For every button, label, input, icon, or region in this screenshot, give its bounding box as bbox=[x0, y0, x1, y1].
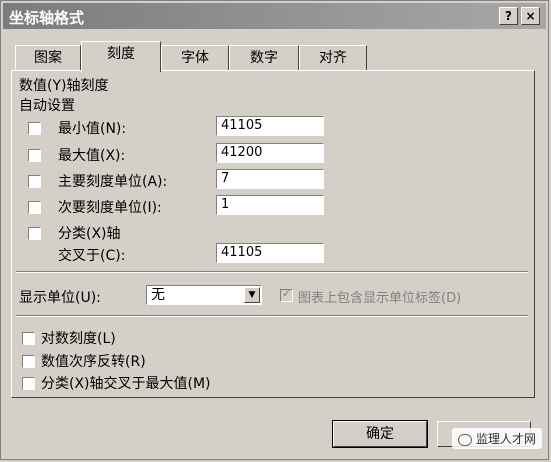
max-auto-checkbox[interactable] bbox=[28, 149, 41, 162]
cross-at-field[interactable]: 41105 bbox=[216, 243, 324, 263]
tab-number[interactable]: 数字 bbox=[229, 45, 299, 71]
category-axis-label: 分类(X)轴 bbox=[58, 226, 121, 242]
min-label: 最小值(N): bbox=[58, 121, 127, 137]
major-unit-field[interactable]: 7 bbox=[216, 169, 324, 189]
ok-button[interactable]: 确定 bbox=[332, 420, 428, 448]
watermark: 监理人才网 bbox=[451, 428, 542, 449]
tab-font[interactable]: 字体 bbox=[161, 45, 229, 71]
display-units-label: 显示单位(U): bbox=[19, 290, 101, 306]
log-scale-label: 对数刻度(L) bbox=[41, 331, 116, 347]
max-label: 最大值(X): bbox=[58, 148, 126, 164]
auto-settings-label: 自动设置 bbox=[19, 98, 75, 114]
separator bbox=[16, 315, 528, 317]
max-value-field[interactable]: 41200 bbox=[216, 143, 324, 163]
help-button[interactable]: ? bbox=[499, 7, 518, 25]
tab-alignment[interactable]: 对齐 bbox=[299, 45, 367, 71]
tab-scale[interactable]: 刻度 bbox=[81, 41, 161, 72]
close-button[interactable]: × bbox=[521, 7, 540, 25]
category-cross-auto-checkbox[interactable] bbox=[28, 227, 41, 240]
chevron-down-icon[interactable]: ▼ bbox=[244, 287, 260, 303]
show-units-label-text: 图表上包含显示单位标签(D) bbox=[298, 291, 462, 306]
tab-patterns[interactable]: 图案 bbox=[15, 45, 81, 71]
log-scale-checkbox[interactable] bbox=[22, 332, 35, 345]
min-auto-checkbox[interactable] bbox=[28, 122, 41, 135]
dialog-title: 坐标轴格式 bbox=[9, 9, 85, 27]
min-value-field[interactable]: 41105 bbox=[216, 116, 324, 136]
minor-unit-field[interactable]: 1 bbox=[216, 195, 324, 215]
major-unit-auto-checkbox[interactable] bbox=[28, 175, 41, 188]
major-unit-label: 主要刻度单位(A): bbox=[58, 174, 168, 190]
display-units-select[interactable]: 无 ▼ bbox=[146, 285, 262, 305]
cross-at-max-checkbox[interactable] bbox=[22, 377, 35, 390]
axis-format-dialog: 坐标轴格式 ? × 图案 刻度 字体 数字 对齐 数值(Y)轴刻度 自动设置 最… bbox=[0, 0, 549, 460]
minor-unit-label: 次要刻度单位(I): bbox=[58, 200, 162, 216]
cross-at-max-label: 分类(X)轴交叉于最大值(M) bbox=[41, 376, 211, 392]
watermark-text: 监理人才网 bbox=[475, 432, 536, 446]
reverse-order-label: 数值次序反转(R) bbox=[41, 354, 146, 370]
scale-panel: 数值(Y)轴刻度 自动设置 最小值(N): 41105 最大值(X): 4120… bbox=[11, 70, 535, 398]
wechat-icon bbox=[457, 433, 472, 446]
display-units-value: 无 bbox=[151, 287, 165, 303]
title-bar: 坐标轴格式 ? × bbox=[3, 3, 546, 29]
cross-at-label: 交叉于(C): bbox=[58, 248, 126, 264]
show-units-label-checkbox bbox=[280, 287, 293, 302]
separator bbox=[16, 271, 528, 273]
minor-unit-auto-checkbox[interactable] bbox=[28, 201, 41, 214]
reverse-order-checkbox[interactable] bbox=[22, 355, 35, 368]
section-title: 数值(Y)轴刻度 bbox=[19, 78, 109, 94]
